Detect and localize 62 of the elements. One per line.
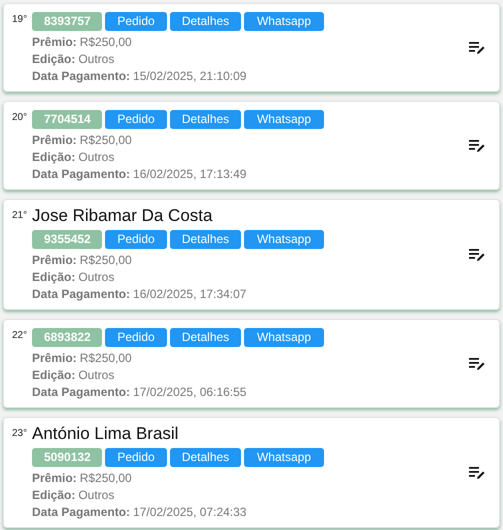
field-label: Data Pagamento: [32, 286, 130, 303]
action-button[interactable]: Whatsapp [244, 448, 324, 467]
action-button[interactable]: Whatsapp [244, 110, 324, 129]
edit-list-icon[interactable] [469, 356, 485, 370]
field-label: Edição: [32, 367, 76, 384]
edit-list-icon[interactable] [469, 248, 485, 262]
action-button[interactable]: Pedido [105, 328, 167, 347]
field-value: R$250,00 [80, 470, 132, 487]
action-button[interactable]: Detalhes [170, 110, 241, 129]
rank-number: 20° [12, 112, 28, 124]
field-value: Outros [78, 269, 114, 286]
field-label: Prêmio: [32, 350, 77, 367]
ticket-badge: 8393757 [32, 12, 102, 31]
field-value: Outros [78, 149, 114, 166]
edit-list-icon[interactable] [469, 466, 485, 480]
field-value: 17/02/2025, 06:16:55 [133, 384, 246, 401]
field-label: Edição: [32, 51, 76, 68]
rank-number: 22° [12, 330, 28, 342]
field-label: Data Pagamento: [32, 68, 130, 85]
action-button[interactable]: Pedido [105, 12, 167, 31]
action-button[interactable]: Whatsapp [244, 230, 324, 249]
player-name: Jose Ribamar Da Costa [32, 206, 214, 226]
action-button[interactable]: Pedido [105, 448, 167, 467]
field-label: Data Pagamento: [32, 166, 130, 183]
action-button[interactable]: Whatsapp [244, 328, 324, 347]
field-value: 15/02/2025, 21:10:09 [133, 68, 246, 85]
ticket-badge: 9355452 [32, 230, 102, 249]
edit-list-icon[interactable] [469, 138, 485, 152]
field-value: Outros [78, 367, 114, 384]
field-value: Outros [78, 51, 114, 68]
field-label: Edição: [32, 487, 76, 504]
field-label: Data Pagamento: [32, 384, 130, 401]
field-value: Outros [78, 487, 114, 504]
edit-list-icon[interactable] [469, 40, 485, 54]
field-value: 16/02/2025, 17:34:07 [133, 286, 246, 303]
ticket-badge: 5090132 [32, 448, 102, 467]
field-label: Edição: [32, 269, 76, 286]
field-label: Prêmio: [32, 470, 77, 487]
field-label: Prêmio: [32, 132, 77, 149]
action-button[interactable]: Detalhes [170, 230, 241, 249]
rank-number: 19° [12, 14, 28, 26]
action-button[interactable]: Whatsapp [244, 12, 324, 31]
field-label: Prêmio: [32, 34, 77, 51]
field-label: Data Pagamento: [32, 504, 130, 521]
ticket-badge: 7704514 [32, 110, 102, 129]
action-button[interactable]: Detalhes [170, 448, 241, 467]
rank-number: 21° [12, 210, 28, 222]
ticket-badge: 6893822 [32, 328, 102, 347]
field-value: R$250,00 [80, 252, 132, 269]
field-value: 17/02/2025, 07:24:33 [133, 504, 246, 521]
field-value: R$250,00 [80, 34, 132, 51]
action-button[interactable]: Detalhes [170, 328, 241, 347]
field-label: Prêmio: [32, 252, 77, 269]
field-value: R$250,00 [80, 350, 132, 367]
field-value: R$250,00 [80, 132, 132, 149]
field-label: Edição: [32, 149, 76, 166]
player-name: António Lima Brasil [32, 424, 180, 444]
field-value: 16/02/2025, 17:13:49 [133, 166, 246, 183]
action-button[interactable]: Pedido [105, 230, 167, 249]
rank-number: 23° [12, 428, 28, 440]
action-button[interactable]: Pedido [105, 110, 167, 129]
action-button[interactable]: Detalhes [170, 12, 241, 31]
